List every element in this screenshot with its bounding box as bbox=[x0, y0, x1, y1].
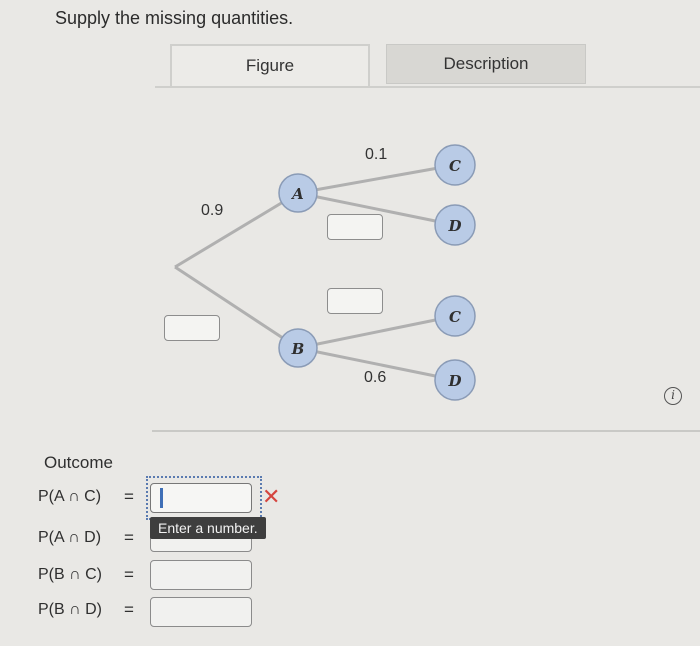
prob-label-b-d: 0.6 bbox=[364, 369, 387, 386]
equals-a-c: = bbox=[124, 487, 134, 506]
node-b-label: B bbox=[291, 340, 305, 358]
outcome-title: Outcome bbox=[44, 453, 113, 472]
answer-input-a-c[interactable] bbox=[150, 483, 252, 513]
node-d-lower-label: D bbox=[447, 372, 461, 390]
blank-prob-b-c bbox=[327, 288, 383, 314]
answer-input-b-d[interactable] bbox=[150, 597, 252, 627]
outcome-label-a-d: P(A ∩ D) bbox=[38, 529, 102, 546]
text-caret bbox=[160, 488, 163, 508]
outcome-label-b-c: P(B ∩ C) bbox=[38, 566, 102, 583]
answer-input-b-c[interactable] bbox=[150, 560, 252, 590]
outcome-label-b-d: P(B ∩ D) bbox=[38, 601, 102, 618]
branch-root-a bbox=[174, 191, 299, 269]
branch-a-c bbox=[297, 163, 456, 195]
blank-prob-b bbox=[164, 315, 220, 341]
branch-b-c bbox=[297, 314, 456, 350]
equals-b-d: = bbox=[124, 600, 134, 619]
node-c-upper-label: C bbox=[449, 157, 461, 175]
node-c-lower-label: C bbox=[449, 308, 461, 326]
info-icon[interactable]: i bbox=[664, 387, 682, 405]
outcome-label-a-c: P(A ∩ C) bbox=[38, 488, 102, 505]
error-x-icon: ✕ bbox=[262, 484, 281, 509]
prob-label-a-c: 0.1 bbox=[365, 146, 388, 163]
blank-prob-a-d bbox=[327, 214, 383, 240]
node-d-upper-label: D bbox=[447, 217, 461, 235]
section-divider bbox=[152, 430, 700, 432]
node-a-label: A bbox=[290, 185, 304, 203]
equals-a-d: = bbox=[124, 528, 134, 547]
prob-label-a: 0.9 bbox=[201, 202, 224, 219]
validation-tooltip: Enter a number. bbox=[150, 517, 266, 539]
equals-b-c: = bbox=[124, 565, 134, 584]
